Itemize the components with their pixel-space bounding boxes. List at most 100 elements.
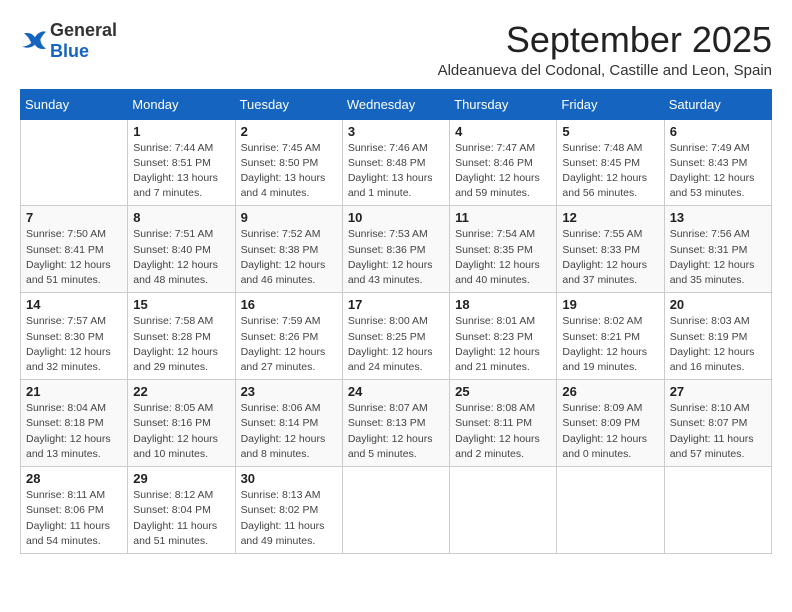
day-number: 14 [26,297,122,312]
calendar-cell: 22Sunrise: 8:05 AM Sunset: 8:16 PM Dayli… [128,380,235,467]
day-of-week-header: Sunday [21,89,128,119]
day-of-week-header: Thursday [450,89,557,119]
day-detail: Sunrise: 8:12 AM Sunset: 8:04 PM Dayligh… [133,488,229,549]
day-number: 1 [133,124,229,139]
day-detail: Sunrise: 7:46 AM Sunset: 8:48 PM Dayligh… [348,141,444,202]
month-title: September 2025 [438,20,772,60]
day-number: 2 [241,124,337,139]
calendar-cell: 27Sunrise: 8:10 AM Sunset: 8:07 PM Dayli… [664,380,771,467]
calendar-cell: 19 Sunrise: 8:02 AM Sunset: 8:21 PM Dayli… [557,293,664,380]
day-detail: Sunrise: 8:04 AM Sunset: 8:18 PM Dayligh… [26,401,122,462]
day-detail: Sunrise: 7:50 AM Sunset: 8:41 PM Dayligh… [26,227,122,288]
calendar-cell: 9 Sunrise: 7:52 AM Sunset: 8:38 PM Daylig… [235,206,342,293]
day-number: 26 [562,384,658,399]
day-of-week-header: Tuesday [235,89,342,119]
day-of-week-header: Friday [557,89,664,119]
calendar-cell: 12 Sunrise: 7:55 AM Sunset: 8:33 PM Dayli… [557,206,664,293]
day-detail: Sunrise: 8:03 AM Sunset: 8:19 PM Dayligh… [670,314,766,375]
calendar-table: SundayMondayTuesdayWednesdayThursdayFrid… [20,89,772,554]
day-number: 8 [133,210,229,225]
logo-bird-icon [20,30,48,52]
calendar-cell: 21 Sunrise: 8:04 AM Sunset: 8:18 PM Dayli… [21,380,128,467]
calendar-cell [664,467,771,554]
day-number: 21 [26,384,122,399]
day-of-week-header: Saturday [664,89,771,119]
calendar-cell [342,467,449,554]
day-detail: Sunrise: 7:58 AM Sunset: 8:28 PM Dayligh… [133,314,229,375]
day-number: 24 [348,384,444,399]
day-number: 22 [133,384,229,399]
day-detail: Sunrise: 7:45 AM Sunset: 8:50 PM Dayligh… [241,141,337,202]
day-detail: Sunrise: 7:47 AM Sunset: 8:46 PM Dayligh… [455,141,551,202]
day-detail: Sunrise: 8:06 AM Sunset: 8:14 PM Dayligh… [241,401,337,462]
calendar-cell [21,119,128,206]
day-number: 30 [241,471,337,486]
day-detail: Sunrise: 8:08 AM Sunset: 8:11 PM Dayligh… [455,401,551,462]
day-detail: Sunrise: 7:57 AM Sunset: 8:30 PM Dayligh… [26,314,122,375]
calendar-cell: 7 Sunrise: 7:50 AM Sunset: 8:41 PM Daylig… [21,206,128,293]
calendar-week-row: 1 Sunrise: 7:44 AM Sunset: 8:51 PM Daylig… [21,119,772,206]
logo: General Blue [20,20,117,62]
day-number: 3 [348,124,444,139]
calendar-cell: 11 Sunrise: 7:54 AM Sunset: 8:35 PM Dayli… [450,206,557,293]
day-detail: Sunrise: 7:55 AM Sunset: 8:33 PM Dayligh… [562,227,658,288]
day-number: 20 [670,297,766,312]
day-detail: Sunrise: 7:59 AM Sunset: 8:26 PM Dayligh… [241,314,337,375]
day-detail: Sunrise: 7:51 AM Sunset: 8:40 PM Dayligh… [133,227,229,288]
day-of-week-header: Monday [128,89,235,119]
day-number: 11 [455,210,551,225]
calendar-cell: 28Sunrise: 8:11 AM Sunset: 8:06 PM Dayli… [21,467,128,554]
subtitle: Aldeanueva del Codonal, Castille and Leo… [438,62,772,79]
day-number: 12 [562,210,658,225]
day-number: 28 [26,471,122,486]
day-number: 16 [241,297,337,312]
calendar-week-row: 28Sunrise: 8:11 AM Sunset: 8:06 PM Dayli… [21,467,772,554]
day-detail: Sunrise: 7:53 AM Sunset: 8:36 PM Dayligh… [348,227,444,288]
day-detail: Sunrise: 8:07 AM Sunset: 8:13 PM Dayligh… [348,401,444,462]
calendar-cell: 2 Sunrise: 7:45 AM Sunset: 8:50 PM Daylig… [235,119,342,206]
day-number: 4 [455,124,551,139]
day-number: 19 [562,297,658,312]
calendar-cell: 20 Sunrise: 8:03 AM Sunset: 8:19 PM Dayli… [664,293,771,380]
calendar-cell: 24 Sunrise: 8:07 AM Sunset: 8:13 PM Dayli… [342,380,449,467]
day-of-week-header: Wednesday [342,89,449,119]
calendar-cell: 3 Sunrise: 7:46 AM Sunset: 8:48 PM Daylig… [342,119,449,206]
calendar-week-row: 21 Sunrise: 8:04 AM Sunset: 8:18 PM Dayli… [21,380,772,467]
calendar-cell [450,467,557,554]
day-number: 9 [241,210,337,225]
calendar-cell: 23 Sunrise: 8:06 AM Sunset: 8:14 PM Dayli… [235,380,342,467]
calendar-cell: 14 Sunrise: 7:57 AM Sunset: 8:30 PM Dayli… [21,293,128,380]
calendar-cell: 13Sunrise: 7:56 AM Sunset: 8:31 PM Dayli… [664,206,771,293]
day-number: 6 [670,124,766,139]
calendar-cell: 17Sunrise: 8:00 AM Sunset: 8:25 PM Dayli… [342,293,449,380]
day-detail: Sunrise: 7:54 AM Sunset: 8:35 PM Dayligh… [455,227,551,288]
day-detail: Sunrise: 8:02 AM Sunset: 8:21 PM Dayligh… [562,314,658,375]
calendar-cell: 18 Sunrise: 8:01 AM Sunset: 8:23 PM Dayli… [450,293,557,380]
day-detail: Sunrise: 7:44 AM Sunset: 8:51 PM Dayligh… [133,141,229,202]
calendar-cell: 26Sunrise: 8:09 AM Sunset: 8:09 PM Dayli… [557,380,664,467]
day-detail: Sunrise: 7:49 AM Sunset: 8:43 PM Dayligh… [670,141,766,202]
day-detail: Sunrise: 8:13 AM Sunset: 8:02 PM Dayligh… [241,488,337,549]
calendar-cell: 30 Sunrise: 8:13 AM Sunset: 8:02 PM Dayli… [235,467,342,554]
calendar-cell: 1 Sunrise: 7:44 AM Sunset: 8:51 PM Daylig… [128,119,235,206]
day-number: 7 [26,210,122,225]
calendar-cell: 15Sunrise: 7:58 AM Sunset: 8:28 PM Dayli… [128,293,235,380]
calendar-cell: 29Sunrise: 8:12 AM Sunset: 8:04 PM Dayli… [128,467,235,554]
logo-general-text: General [50,20,117,40]
day-number: 27 [670,384,766,399]
day-number: 13 [670,210,766,225]
calendar-cell: 6 Sunrise: 7:49 AM Sunset: 8:43 PM Daylig… [664,119,771,206]
day-number: 23 [241,384,337,399]
logo-blue-text: Blue [50,41,89,61]
calendar-cell [557,467,664,554]
day-detail: Sunrise: 7:52 AM Sunset: 8:38 PM Dayligh… [241,227,337,288]
day-detail: Sunrise: 7:48 AM Sunset: 8:45 PM Dayligh… [562,141,658,202]
header: General Blue September 2025 Aldeanueva d… [20,20,772,79]
day-number: 18 [455,297,551,312]
calendar-cell: 4 Sunrise: 7:47 AM Sunset: 8:46 PM Daylig… [450,119,557,206]
day-number: 5 [562,124,658,139]
day-detail: Sunrise: 8:00 AM Sunset: 8:25 PM Dayligh… [348,314,444,375]
day-detail: Sunrise: 8:01 AM Sunset: 8:23 PM Dayligh… [455,314,551,375]
calendar-cell: 5 Sunrise: 7:48 AM Sunset: 8:45 PM Daylig… [557,119,664,206]
calendar-cell: 16 Sunrise: 7:59 AM Sunset: 8:26 PM Dayli… [235,293,342,380]
